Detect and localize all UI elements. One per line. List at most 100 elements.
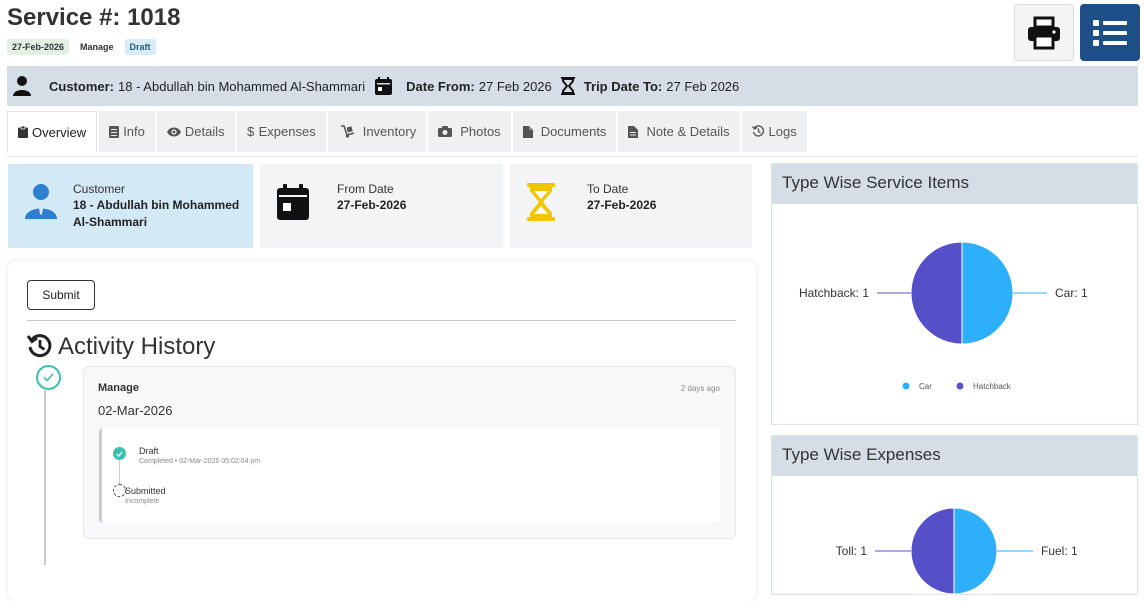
tab-photos[interactable]: Photos xyxy=(428,111,511,152)
clipboard-icon xyxy=(18,126,28,138)
date-from-info: Date From: 27 Feb 2026 xyxy=(406,79,552,94)
check-icon xyxy=(116,450,123,457)
activity-name: Manage xyxy=(98,382,139,394)
customer-card-value-line2: Al-Shammari xyxy=(73,215,148,229)
tab-expenses[interactable]: $ Expenses xyxy=(236,111,326,152)
submit-button[interactable]: Submit xyxy=(27,280,95,310)
tab-label: Inventory xyxy=(362,124,417,139)
pie-slice-car[interactable] xyxy=(961,241,1014,345)
legend-label[interactable]: Car xyxy=(919,382,932,391)
customer-card-label: Customer xyxy=(73,182,126,196)
data-label: Toll: 1 xyxy=(836,544,868,558)
tab-label: Logs xyxy=(768,124,797,139)
history-icon xyxy=(751,125,764,137)
tab-documents[interactable]: Documents xyxy=(512,111,617,152)
service-items-pie-chart: Car: 1 Hatchback: 1 Car Hatchback xyxy=(799,241,1088,391)
tab-details[interactable]: Details xyxy=(156,111,235,152)
hourglass-icon xyxy=(560,77,575,95)
date-badge: 27-Feb-2026 xyxy=(7,39,70,55)
tab-logs[interactable]: Logs xyxy=(741,111,807,152)
tab-overview[interactable]: Overview xyxy=(7,111,98,152)
activity-timestamp: 2 days ago xyxy=(680,384,720,393)
tab-label: Expenses xyxy=(258,124,316,139)
step-connector xyxy=(119,461,120,486)
date-from-label: Date From: xyxy=(406,78,475,94)
tab-label: Note & Details xyxy=(646,124,730,139)
step-meta: Completed • 02-Mar-2026 05:02:04 pm xyxy=(139,458,261,465)
from-date-card: From Date 27-Feb-2026 xyxy=(260,164,503,248)
customer-icon xyxy=(25,184,57,219)
calendar-icon xyxy=(375,77,393,95)
page-title: Service #: 1018 xyxy=(7,4,181,31)
expenses-chart-card: Type Wise Expenses Fuel: 1 Toll: 1 xyxy=(771,435,1138,595)
tab-label: Documents xyxy=(540,124,607,139)
eye-icon xyxy=(166,127,181,136)
svg-text:$: $ xyxy=(247,125,255,138)
tab-info[interactable]: Info xyxy=(99,111,155,152)
activity-date: 02-Mar-2026 xyxy=(98,403,173,418)
dolly-icon xyxy=(340,125,354,138)
data-label: Car: 1 xyxy=(1055,286,1088,300)
data-label: Hatchback: 1 xyxy=(799,286,869,300)
to-date-card: To Date 27-Feb-2026 xyxy=(510,164,752,248)
user-icon xyxy=(13,76,31,96)
divider xyxy=(27,320,736,321)
to-date-label: To Date xyxy=(587,182,629,196)
trip-date-value: 27 Feb 2026 xyxy=(666,78,740,94)
chart-title: Type Wise Service Items xyxy=(772,164,1137,204)
calendar-icon xyxy=(277,184,309,220)
manage-badge: Manage xyxy=(80,42,114,52)
trip-date-label: Trip Date To: xyxy=(583,78,663,94)
document-icon xyxy=(109,125,120,138)
page-header: Service #: 1018 27-Feb-2026 Manage Draft xyxy=(0,0,1144,66)
pie-slice-hatchback[interactable] xyxy=(910,241,963,345)
service-items-chart-card: Type Wise Service Items Car: 1 Hatchback:… xyxy=(771,163,1138,425)
tab-label: Info xyxy=(123,124,145,139)
tab-label: Photos xyxy=(460,124,501,139)
customer-value: 18 - Abdullah bin Mohammed Al-Shammari xyxy=(118,78,366,94)
activity-history-title: Activity History xyxy=(58,333,216,360)
tab-inventory[interactable]: Inventory xyxy=(327,111,427,152)
pie-slice-fuel[interactable] xyxy=(953,507,998,595)
to-date-value: 27-Feb-2026 xyxy=(587,198,657,212)
expenses-pie-chart: Fuel: 1 Toll: 1 xyxy=(836,507,1078,595)
pie-slice-toll[interactable] xyxy=(910,507,955,595)
info-bar: Customer: 18 - Abdullah bin Mohammed Al-… xyxy=(7,66,1138,106)
timeline-marker xyxy=(36,365,61,390)
legend-marker xyxy=(902,382,910,390)
date-from-value: 27 Feb 2026 xyxy=(478,78,552,94)
step-name: Submitted xyxy=(125,486,166,496)
legend-label[interactable]: Hatchback xyxy=(973,382,1012,391)
file-icon xyxy=(522,125,533,138)
list-icon xyxy=(1093,19,1127,46)
status-badge: Draft xyxy=(124,39,156,55)
workflow-steps xyxy=(99,428,720,523)
tab-bar: Overview Info Details $ Expenses Invento… xyxy=(7,111,809,152)
camera-icon xyxy=(438,126,453,137)
chart-title: Type Wise Expenses xyxy=(772,436,1137,476)
legend-marker xyxy=(956,382,964,390)
print-button[interactable] xyxy=(1014,4,1074,61)
header-badges: 27-Feb-2026 Manage Draft xyxy=(7,39,156,55)
data-label: Fuel: 1 xyxy=(1041,544,1078,558)
check-icon xyxy=(43,373,54,382)
from-date-value: 27-Feb-2026 xyxy=(337,198,407,212)
dollar-icon: $ xyxy=(247,125,255,138)
timeline-line xyxy=(44,390,46,565)
hourglass-icon xyxy=(527,183,555,221)
from-date-label: From Date xyxy=(337,182,394,196)
file-text-icon xyxy=(628,125,639,138)
trip-date-info: Trip Date To: 27 Feb 2026 xyxy=(584,79,740,94)
step-meta: Incomplete xyxy=(125,498,160,505)
customer-card-value-line1: 18 - Abdullah bin Mohammed xyxy=(73,198,240,212)
customer-label: Customer: xyxy=(49,78,115,94)
customer-card: Customer 18 - Abdullah bin Mohammed Al-S… xyxy=(8,164,253,248)
history-icon xyxy=(27,334,52,358)
step-complete-marker xyxy=(113,447,126,460)
tab-divider xyxy=(7,156,1138,157)
tab-label: Overview xyxy=(32,124,87,140)
tab-note-details[interactable]: Note & Details xyxy=(618,111,740,152)
customer-info: Customer: 18 - Abdullah bin Mohammed Al-… xyxy=(49,79,365,94)
list-button[interactable] xyxy=(1080,4,1140,61)
tab-label: Details xyxy=(184,124,225,139)
